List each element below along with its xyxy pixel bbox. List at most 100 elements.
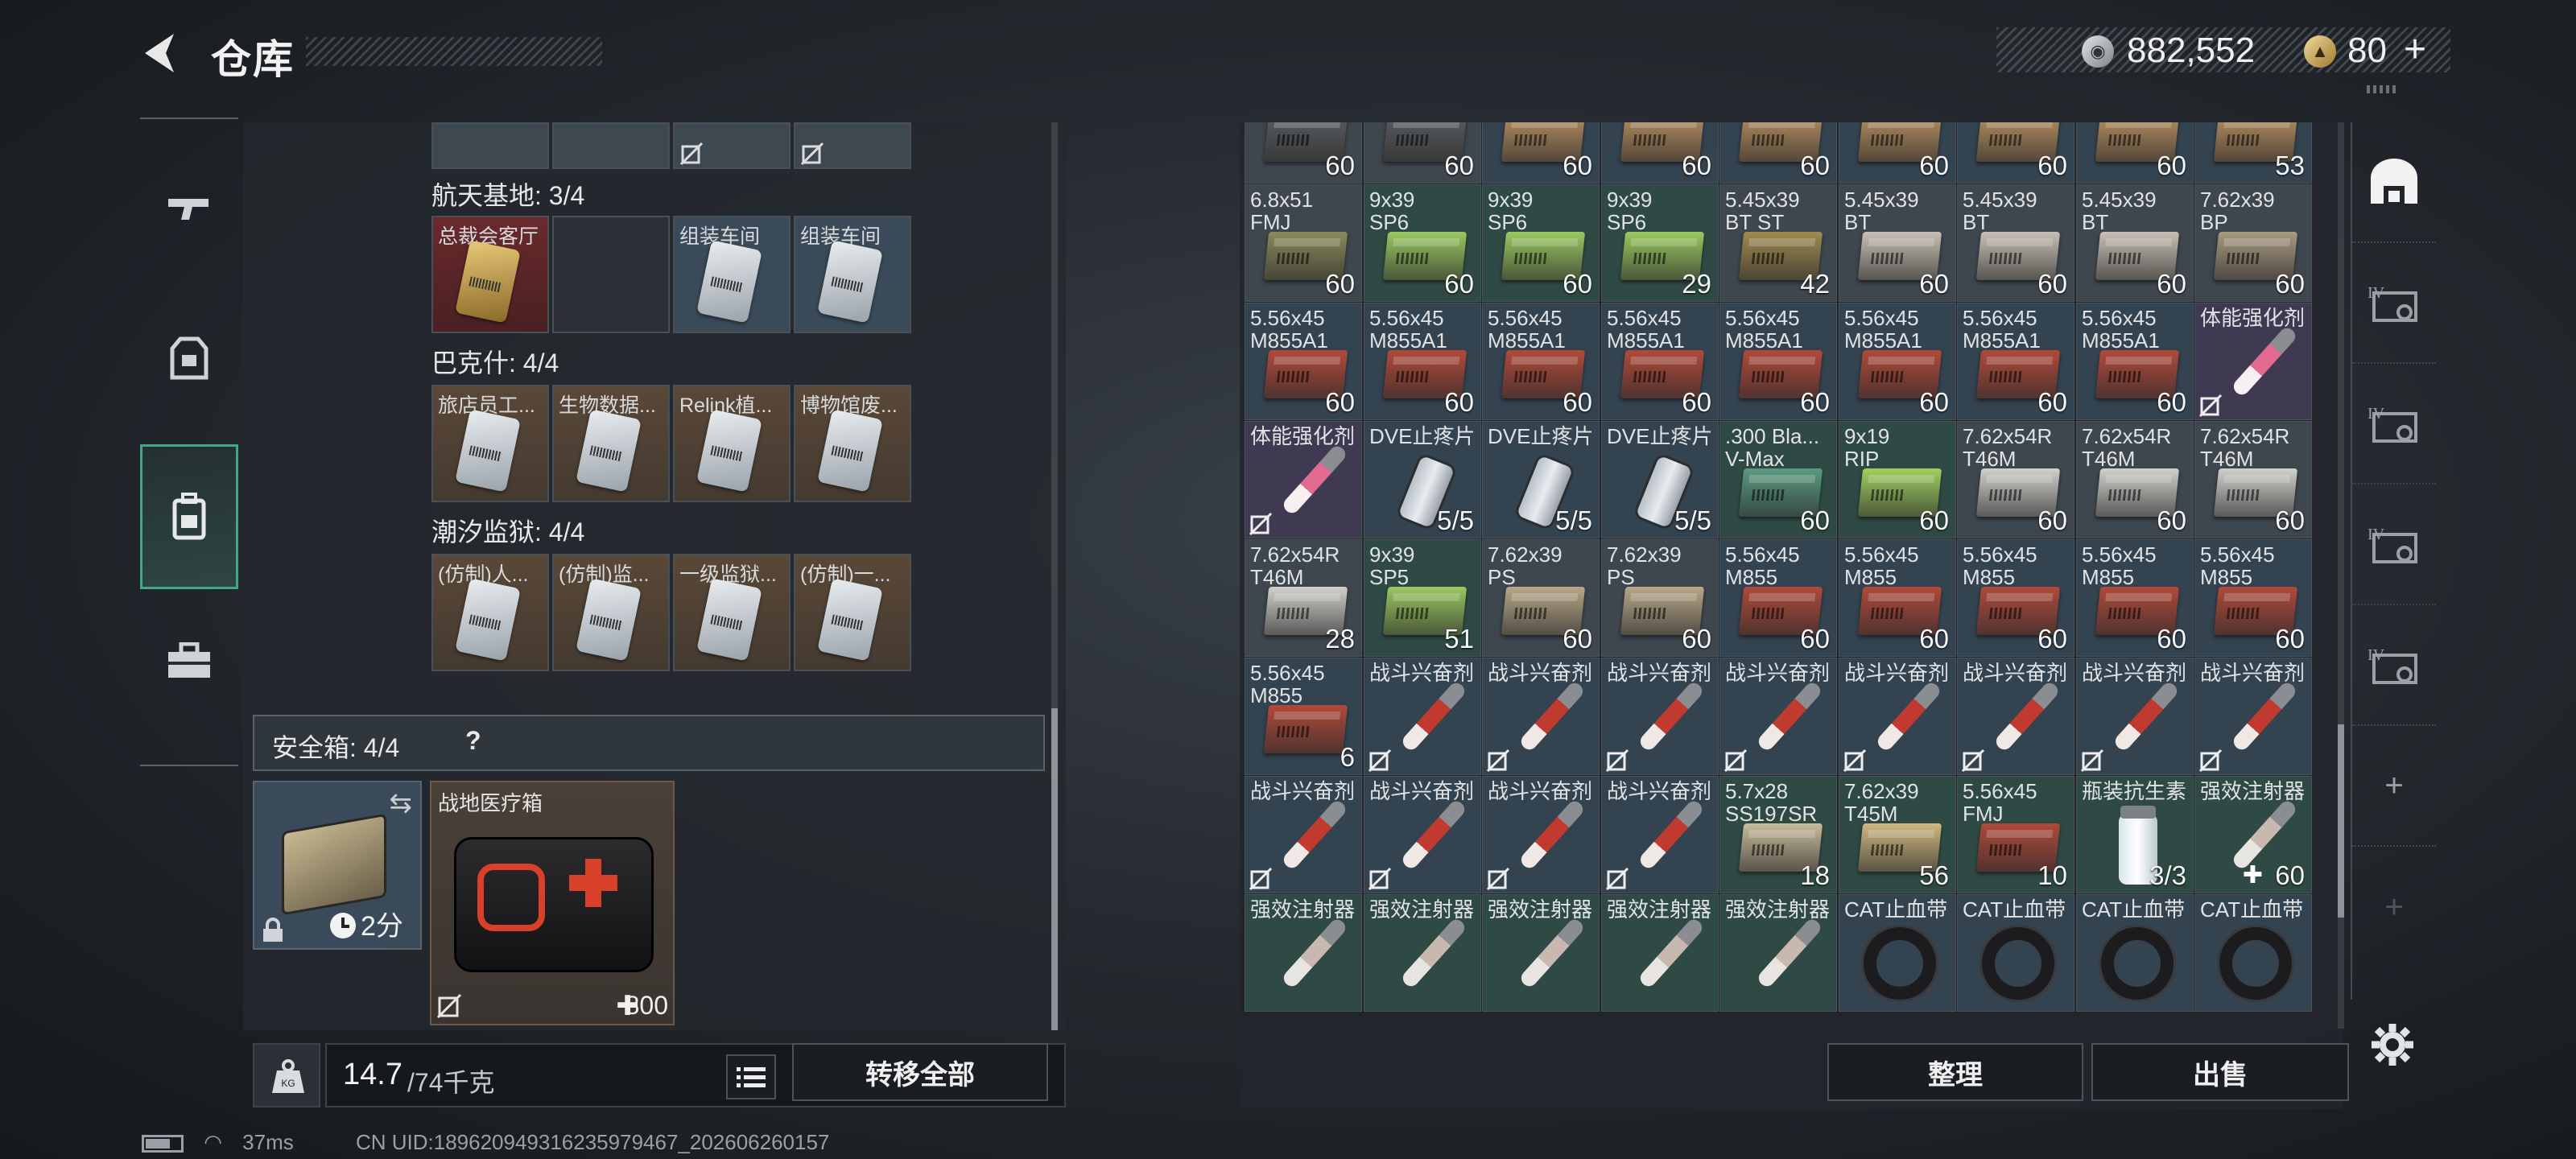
- safe-box-help-button[interactable]: ?: [465, 726, 481, 756]
- inventory-item[interactable]: 5.56x45 M855A1 60: [1839, 303, 1956, 420]
- inventory-item[interactable]: 5.56x45 M855A1 60: [1245, 303, 1362, 420]
- inventory-item[interactable]: 5.45x39 BT ST 42: [1719, 184, 1837, 302]
- inventory-item[interactable]: 体能强化剂: [1245, 421, 1362, 538]
- inventory-item[interactable]: 5.56x45 M855A1 60: [1957, 303, 2074, 420]
- inventory-item[interactable]: 强效注射器: [1482, 894, 1600, 1012]
- back-arrow-icon[interactable]: [138, 29, 187, 77]
- nav-toolbox[interactable]: [140, 633, 238, 689]
- key-card-item[interactable]: 组装车间: [673, 216, 791, 333]
- inventory-item[interactable]: 5.7x28 SS197SR 18: [1719, 776, 1837, 893]
- inventory-item[interactable]: 9x39 SP6 60: [1482, 184, 1600, 302]
- inventory-item[interactable]: 5.45x39 BT 60: [1839, 184, 1956, 302]
- field-medkit-item[interactable]: 战地医疗箱 ✚ 800: [430, 781, 675, 1025]
- inventory-item[interactable]: 战斗兴奋剂: [1245, 776, 1362, 893]
- key-card-item[interactable]: 旅店员工...: [431, 385, 549, 502]
- inventory-item[interactable]: 战斗兴奋剂: [1482, 658, 1600, 775]
- key-card-slot[interactable]: [794, 122, 911, 169]
- inventory-item[interactable]: M8060: [1719, 122, 1837, 184]
- inventory-item[interactable]: 战斗兴奋剂: [1482, 776, 1600, 893]
- inventory-item[interactable]: CAT止血带: [1839, 894, 1956, 1012]
- key-card-item[interactable]: 组装车间: [794, 216, 911, 333]
- inventory-item[interactable]: DVE止疼片 5/5: [1482, 421, 1600, 538]
- sort-button[interactable]: 整理: [1827, 1043, 2083, 1101]
- inventory-item[interactable]: M8053: [2194, 122, 2312, 184]
- inventory-item[interactable]: 5.56x45 M855A1 60: [1482, 303, 1600, 420]
- list-view-button[interactable]: [726, 1054, 776, 1099]
- inventory-item[interactable]: 战斗兴奋剂: [1839, 658, 1956, 775]
- inventory-item[interactable]: .300 Bla... V-Max 60: [1719, 421, 1837, 538]
- safe-box-container[interactable]: ⇆ 2分: [253, 781, 422, 950]
- inventory-item[interactable]: 9x39 SP6 60: [1364, 184, 1481, 302]
- inventory-item[interactable]: 5.56x45 M855 60: [1719, 539, 1837, 657]
- key-card-slot[interactable]: [552, 122, 670, 169]
- inventory-item[interactable]: 7.62x39 BP 60: [2194, 184, 2312, 302]
- inventory-item[interactable]: 瓶装抗生素 3/3: [2076, 776, 2194, 893]
- key-card-item[interactable]: (仿制)监...: [552, 554, 670, 671]
- inventory-item[interactable]: DVE止疼片 5/5: [1364, 421, 1481, 538]
- inventory-item[interactable]: 5.56x45 M855A1 60: [2076, 303, 2194, 420]
- inventory-item[interactable]: 战斗兴奋剂: [2194, 658, 2312, 775]
- nav-backpack[interactable]: [140, 444, 238, 589]
- inventory-item[interactable]: AP60: [1245, 122, 1362, 184]
- inventory-item[interactable]: M8060: [1839, 122, 1956, 184]
- inventory-item[interactable]: 7.62x54R T46M 60: [1957, 421, 2074, 538]
- key-card-item[interactable]: (仿制)一...: [794, 554, 911, 671]
- inventory-item[interactable]: 5.56x45 M855 60: [2076, 539, 2194, 657]
- inventory-item[interactable]: M8060: [2076, 122, 2194, 184]
- inventory-item[interactable]: 7.62x54R T46M 60: [2076, 421, 2194, 538]
- inventory-item[interactable]: 7.62x54R T46M 60: [2194, 421, 2312, 538]
- transfer-all-button[interactable]: 转移全部: [792, 1043, 1048, 1101]
- right-scrollbar-thumb[interactable]: [2338, 724, 2344, 918]
- inventory-item[interactable]: 5.56x45 FMJ 10: [1957, 776, 2074, 893]
- inventory-item[interactable]: 9x19 RIP 60: [1839, 421, 1956, 538]
- add-storage-button[interactable]: +: [2352, 726, 2436, 847]
- key-card-item[interactable]: 生物数据...: [552, 385, 670, 502]
- inventory-item[interactable]: DVE止疼片 5/5: [1601, 421, 1719, 538]
- inventory-item[interactable]: 6.8x51 FMJ 60: [1245, 184, 1362, 302]
- inventory-item[interactable]: M8060: [1957, 122, 2074, 184]
- nav-armor[interactable]: [140, 330, 238, 386]
- inventory-item[interactable]: 战斗兴奋剂: [1601, 776, 1719, 893]
- swap-icon[interactable]: ⇆: [390, 787, 413, 819]
- inventory-item[interactable]: 战斗兴奋剂: [1364, 658, 1481, 775]
- inventory-item[interactable]: CAT止血带: [1957, 894, 2074, 1012]
- inventory-item[interactable]: 强效注射器 60 ✚: [2194, 776, 2312, 893]
- tab-storage-1[interactable]: IV: [2352, 243, 2436, 364]
- inventory-item[interactable]: 7.62x39 PS 60: [1482, 539, 1600, 657]
- sell-button[interactable]: 出售: [2091, 1043, 2349, 1101]
- inventory-item[interactable]: 9x39 SP5 51: [1364, 539, 1481, 657]
- key-card-item[interactable]: 博物馆废...: [794, 385, 911, 502]
- empty-key-slot[interactable]: [552, 216, 670, 333]
- settings-gear-icon[interactable]: [2370, 1022, 2415, 1067]
- key-card-slot[interactable]: [673, 122, 791, 169]
- inventory-item[interactable]: 5.45x39 BT 60: [2076, 184, 2194, 302]
- inventory-item[interactable]: 5.45x39 BT 60: [1957, 184, 2074, 302]
- inventory-item[interactable]: 战斗兴奋剂: [1601, 658, 1719, 775]
- inventory-item[interactable]: 战斗兴奋剂: [1364, 776, 1481, 893]
- inventory-item[interactable]: 5.56x45 M855A1 60: [1719, 303, 1837, 420]
- tab-warehouse-main[interactable]: [2352, 122, 2436, 243]
- inventory-item[interactable]: 7.62x39 T45M 56: [1839, 776, 1956, 893]
- tab-storage-2[interactable]: IV: [2352, 364, 2436, 485]
- inventory-item[interactable]: 5.56x45 M855 60: [2194, 539, 2312, 657]
- inventory-item[interactable]: 体能强化剂: [2194, 303, 2312, 420]
- inventory-item[interactable]: 7.62x39 PS 60: [1601, 539, 1719, 657]
- key-card-item[interactable]: 总裁会客厅: [431, 216, 549, 333]
- key-card-item[interactable]: (仿制)人...: [431, 554, 549, 671]
- key-card-item[interactable]: 一级监狱...: [673, 554, 791, 671]
- tab-storage-4[interactable]: IV: [2352, 605, 2436, 726]
- left-scrollbar-thumb[interactable]: [1051, 708, 1058, 1030]
- inventory-item[interactable]: 5.56x45 M855A1 60: [1364, 303, 1481, 420]
- inventory-item[interactable]: 5.56x45 M855 60: [1839, 539, 1956, 657]
- inventory-item[interactable]: AP60: [1364, 122, 1481, 184]
- inventory-item[interactable]: 战斗兴奋剂: [1957, 658, 2074, 775]
- key-card-item[interactable]: Relink植...: [673, 385, 791, 502]
- inventory-item[interactable]: M8060: [1601, 122, 1719, 184]
- tab-storage-3[interactable]: IV: [2352, 485, 2436, 605]
- add-gold-button[interactable]: +: [2404, 27, 2426, 72]
- inventory-item[interactable]: 强效注射器: [1245, 894, 1362, 1012]
- inventory-item[interactable]: 强效注射器: [1719, 894, 1837, 1012]
- nav-weapon[interactable]: [140, 180, 238, 237]
- inventory-item[interactable]: 强效注射器: [1601, 894, 1719, 1012]
- inventory-item[interactable]: 战斗兴奋剂: [1719, 658, 1837, 775]
